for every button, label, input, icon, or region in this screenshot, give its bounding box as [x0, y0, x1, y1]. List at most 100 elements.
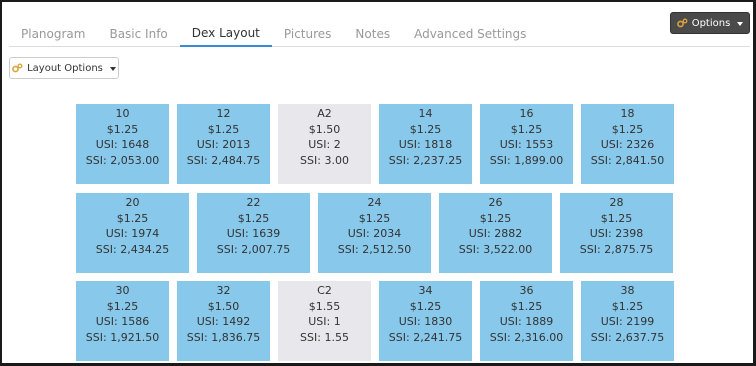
dex-slot-c2[interactable]: C2 $1.55 USI: 1 SSI: 1.55 — [278, 281, 371, 361]
caret-down-icon — [737, 22, 744, 26]
tab-pictures[interactable]: Pictures — [272, 27, 344, 46]
slot-ssi: SSI: 2,237.25 — [388, 153, 463, 167]
slot-ssi: SSI: 2,316.00 — [489, 330, 564, 344]
slot-price: $1.25 — [510, 299, 543, 313]
slot-price: $1.25 — [358, 211, 391, 225]
slot-code: 16 — [519, 107, 534, 120]
slot-ssi: SSI: 3.00 — [300, 153, 349, 167]
dex-slot-a2[interactable]: A2 $1.50 USI: 2 SSI: 3.00 — [278, 104, 371, 184]
slot-code: 22 — [246, 196, 261, 209]
slot-price: $1.50 — [207, 299, 240, 313]
layout-options-button[interactable]: Layout Options — [9, 57, 119, 79]
slot-ssi: SSI: 1.55 — [300, 330, 349, 344]
dex-row: 30 $1.25 USI: 1586 SSI: 1,921.50 32 $1.50 USI:… — [76, 281, 674, 361]
cogs-icon — [12, 63, 23, 73]
dex-slot-20[interactable]: 20 $1.25 USI: 1974 SSI: 2,434.25 — [76, 193, 189, 273]
tab-basic-info[interactable]: Basic Info — [97, 27, 179, 46]
slot-price: $1.55 — [308, 299, 341, 313]
slot-usi: USI: 1553 — [499, 138, 554, 151]
slot-ssi: SSI: 2,434.25 — [95, 242, 170, 256]
slot-ssi: SSI: 1,921.50 — [85, 330, 160, 344]
options-button[interactable]: Options — [670, 12, 750, 34]
slot-code: 20 — [125, 196, 140, 209]
slot-price: $1.25 — [116, 211, 149, 225]
tab-planogram[interactable]: Planogram — [9, 27, 97, 46]
slot-ssi: SSI: 2,875.75 — [579, 242, 654, 256]
slot-code: 36 — [519, 284, 534, 297]
slot-usi: USI: 2034 — [347, 227, 402, 240]
dex-slot-26[interactable]: 26 $1.25 USI: 2882 SSI: 3,522.00 — [439, 193, 552, 273]
slot-usi: USI: 2882 — [468, 227, 523, 240]
dex-slot-38[interactable]: 38 $1.25 USI: 2199 SSI: 2,637.75 — [581, 281, 674, 361]
slot-price: $1.25 — [611, 299, 644, 313]
dex-slot-22[interactable]: 22 $1.25 USI: 1639 SSI: 2,007.75 — [197, 193, 310, 273]
slot-code: 12 — [216, 107, 231, 120]
slot-price: $1.25 — [106, 299, 139, 313]
slot-code: 10 — [115, 107, 130, 120]
dex-slot-14[interactable]: 14 $1.25 USI: 1818 SSI: 2,237.25 — [379, 104, 472, 184]
slot-usi: USI: 1818 — [398, 138, 453, 151]
slot-ssi: SSI: 2,841.50 — [590, 153, 665, 167]
slot-price: $1.25 — [207, 122, 240, 136]
slot-ssi: SSI: 1,899.00 — [489, 153, 564, 167]
slot-usi: USI: 2 — [308, 138, 341, 151]
slot-price: $1.50 — [308, 122, 341, 136]
slot-usi: USI: 2398 — [589, 227, 644, 240]
slot-price: $1.25 — [409, 122, 442, 136]
slot-ssi: SSI: 2,512.50 — [337, 242, 412, 256]
slot-code: 30 — [115, 284, 130, 297]
slot-price: $1.25 — [479, 211, 512, 225]
slot-usi: USI: 2326 — [600, 138, 655, 151]
slot-usi: USI: 1830 — [398, 315, 453, 328]
slot-usi: USI: 2199 — [600, 315, 655, 328]
slot-code: A2 — [317, 107, 332, 120]
slot-code: 28 — [609, 196, 624, 209]
slot-price: $1.25 — [600, 211, 633, 225]
dex-slot-16[interactable]: 16 $1.25 USI: 1553 SSI: 1,899.00 — [480, 104, 573, 184]
dex-slot-34[interactable]: 34 $1.25 USI: 1830 SSI: 2,241.75 — [379, 281, 472, 361]
dex-slot-12[interactable]: 12 $1.25 USI: 2013 SSI: 2,484.75 — [177, 104, 270, 184]
slot-code: 34 — [418, 284, 433, 297]
slot-usi: USI: 1492 — [196, 315, 251, 328]
slot-ssi: SSI: 2,637.75 — [590, 330, 665, 344]
slot-price: $1.25 — [237, 211, 270, 225]
tab-bar: Planogram Basic Info Dex Layout Pictures… — [9, 20, 750, 47]
caret-down-icon — [109, 67, 116, 71]
slot-usi: USI: 2013 — [196, 138, 251, 151]
slot-ssi: SSI: 2,241.75 — [388, 330, 463, 344]
slot-price: $1.25 — [611, 122, 644, 136]
dex-row: 10 $1.25 USI: 1648 SSI: 2,053.00 12 $1.25 USI:… — [76, 104, 674, 184]
dex-slot-30[interactable]: 30 $1.25 USI: 1586 SSI: 1,921.50 — [76, 281, 169, 361]
slot-code: 26 — [488, 196, 503, 209]
slot-ssi: SSI: 3,522.00 — [458, 242, 533, 256]
dex-slot-10[interactable]: 10 $1.25 USI: 1648 SSI: 2,053.00 — [76, 104, 169, 184]
dex-row: 20 $1.25 USI: 1974 SSI: 2,434.25 22 $1.25 USI:… — [76, 193, 673, 273]
tab-notes[interactable]: Notes — [343, 27, 402, 46]
dex-slot-32[interactable]: 32 $1.50 USI: 1492 SSI: 1,836.75 — [177, 281, 270, 361]
slot-ssi: SSI: 2,053.00 — [85, 153, 160, 167]
slot-price: $1.25 — [106, 122, 139, 136]
tab-dex-layout[interactable]: Dex Layout — [179, 26, 272, 47]
slot-usi: USI: 1974 — [105, 227, 160, 240]
options-button-label: Options — [691, 17, 731, 29]
slot-code: C2 — [317, 284, 332, 297]
slot-usi: USI: 1586 — [95, 315, 150, 328]
slot-ssi: SSI: 1,836.75 — [186, 330, 261, 344]
slot-usi: USI: 1648 — [95, 138, 150, 151]
slot-usi: USI: 1 — [308, 315, 341, 328]
slot-code: 14 — [418, 107, 433, 120]
tab-advanced-settings[interactable]: Advanced Settings — [402, 27, 538, 46]
dex-slot-24[interactable]: 24 $1.25 USI: 2034 SSI: 2,512.50 — [318, 193, 431, 273]
layout-options-label: Layout Options — [27, 62, 103, 74]
dex-slot-28[interactable]: 28 $1.25 USI: 2398 SSI: 2,875.75 — [560, 193, 673, 273]
slot-usi: USI: 1639 — [226, 227, 281, 240]
slot-ssi: SSI: 2,484.75 — [186, 153, 261, 167]
slot-code: 38 — [620, 284, 635, 297]
slot-ssi: SSI: 2,007.75 — [216, 242, 291, 256]
slot-code: 24 — [367, 196, 382, 209]
slot-price: $1.25 — [510, 122, 543, 136]
slot-code: 32 — [216, 284, 231, 297]
dex-slot-36[interactable]: 36 $1.25 USI: 1889 SSI: 2,316.00 — [480, 281, 573, 361]
slot-code: 18 — [620, 107, 635, 120]
dex-slot-18[interactable]: 18 $1.25 USI: 2326 SSI: 2,841.50 — [581, 104, 674, 184]
